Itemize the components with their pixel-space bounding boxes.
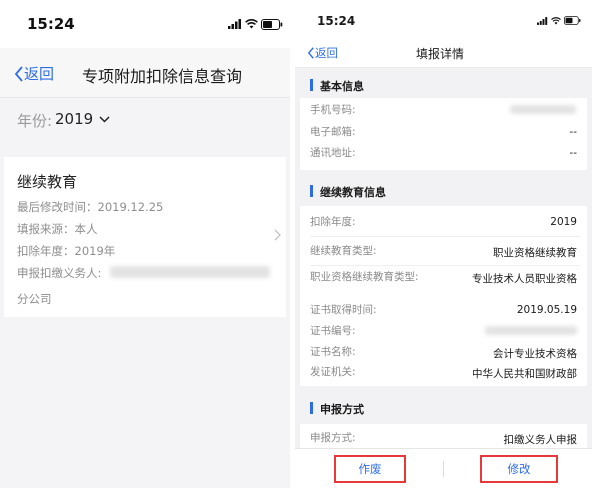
status-bar: 15:24: [295, 0, 592, 38]
branch-suffix: 分公司: [17, 292, 52, 306]
right-phone-screen: 15:24 返回 填报详情 基本信息 手机号码: 电子邮箱: -- 通讯地址: …: [295, 0, 592, 488]
section-basic: 手机号码: 电子邮箱: -- 通讯地址: --: [300, 98, 587, 170]
chevron-left-icon: [307, 47, 314, 59]
battery-icon: [261, 18, 283, 30]
wifi-icon: [551, 16, 561, 24]
status-icons: [228, 18, 283, 30]
cert-date-row: 证书取得时间: 2019.05.19: [300, 302, 587, 322]
year-filter[interactable]: 年份: 2019: [0, 99, 290, 139]
battery-icon: [564, 16, 581, 25]
section-declare: 申报方式: 扣缴义务人申报: [300, 424, 587, 448]
year-label: 年份:: [17, 112, 53, 130]
left-phone-screen: 15:24 返回 专项附加扣除信息查询 年份: 2019 继续教育 最后修改时间…: [0, 0, 290, 488]
qual-type-row: 职业资格继续教育类型: 专业技术人员职业资格: [300, 266, 587, 302]
method-row: 申报方式: 扣缴义务人申报: [300, 424, 587, 448]
address-value: --: [569, 147, 577, 159]
cert-name-value: 会计专业技术资格: [493, 348, 577, 360]
email-value: --: [569, 126, 577, 138]
cert-name-row: 证书名称: 会计专业技术资格: [300, 342, 587, 362]
nav-bar: 返回 填报详情: [295, 38, 592, 68]
issuer-row: 发证机关: 中华人民共和国财政部: [300, 362, 587, 384]
deduct-year-value: 2019: [550, 216, 577, 228]
email-label: 电子邮箱:: [310, 126, 356, 138]
action-footer: 作废 修改: [295, 448, 592, 488]
section-heading-edu: 继续教育信息: [300, 178, 587, 204]
chevron-down-icon: [99, 115, 110, 123]
signal-icon: [228, 19, 241, 29]
nav-bar: 返回 专项附加扣除信息查询: [0, 48, 290, 98]
edu-type-value: 职业资格继续教育: [493, 247, 577, 259]
section-heading-declare: 申报方式: [300, 395, 587, 421]
deduct-year-label: 扣除年度:: [310, 216, 356, 228]
phone-row: 手机号码:: [300, 98, 587, 122]
status-icons: [537, 16, 581, 25]
back-button[interactable]: 返回: [14, 63, 54, 84]
wifi-icon: [245, 19, 258, 29]
card-title: 继续教育: [17, 173, 78, 191]
redacted-agent-name: [110, 266, 270, 278]
chevron-left-icon: [14, 65, 23, 82]
method-value: 扣缴义务人申报: [503, 434, 578, 446]
void-button[interactable]: 作废: [334, 455, 406, 483]
deduct-year-row: 扣除年度: 2019: [300, 206, 587, 236]
chevron-right-icon: [274, 229, 281, 241]
status-time: 15:24: [317, 14, 356, 28]
phone-label: 手机号码:: [310, 104, 356, 116]
cert-date-label: 证书取得时间:: [310, 304, 377, 316]
page-title: 填报详情: [416, 47, 465, 61]
year-select[interactable]: 2019: [55, 110, 110, 128]
year-value: 2019: [55, 110, 94, 128]
back-label: 返回: [24, 65, 55, 83]
qual-type-value: 专业技术人员职业资格: [472, 273, 577, 285]
issuer-value: 中华人民共和国财政部: [472, 368, 577, 380]
address-row: 通讯地址: --: [300, 142, 587, 164]
section-title: 继续教育信息: [320, 186, 386, 199]
cert-date-value: 2019.05.19: [516, 304, 577, 316]
status-bar: 15:24: [0, 0, 290, 48]
redacted-phone: [510, 105, 576, 114]
deduction-record-card[interactable]: 继续教育 最后修改时间：2019.12.25 填报来源：本人 扣除年度：2019…: [4, 157, 286, 317]
section-title: 基本信息: [320, 80, 364, 93]
section-heading-basic: 基本信息: [300, 72, 587, 98]
signal-icon: [537, 16, 548, 25]
back-button[interactable]: 返回: [307, 45, 338, 61]
cert-no-label: 证书编号:: [310, 325, 356, 337]
fill-source: 填报来源：本人: [17, 222, 98, 236]
section-title: 申报方式: [320, 403, 364, 416]
deduct-year: 扣除年度：2019年: [17, 244, 116, 258]
cert-no-row: 证书编号:: [300, 322, 587, 342]
section-edu: 扣除年度: 2019 继续教育类型: 职业资格继续教育 职业资格继续教育类型: …: [300, 206, 587, 386]
last-modified: 最后修改时间：2019.12.25: [17, 200, 164, 214]
page-title: 专项附加扣除信息查询: [82, 67, 243, 86]
cert-name-label: 证书名称:: [310, 346, 356, 358]
redacted-cert-no: [485, 326, 577, 335]
address-label: 通讯地址:: [310, 147, 356, 159]
qual-type-label: 职业资格继续教育类型:: [310, 271, 419, 283]
method-label: 申报方式:: [310, 432, 356, 444]
status-time: 15:24: [27, 15, 75, 33]
issuer-label: 发证机关:: [310, 366, 356, 378]
edu-type-label: 继续教育类型:: [310, 245, 377, 257]
back-label: 返回: [315, 46, 338, 60]
edit-button[interactable]: 修改: [480, 455, 558, 483]
email-row: 电子邮箱: --: [300, 122, 587, 142]
edu-type-row: 继续教育类型: 职业资格继续教育: [300, 237, 587, 265]
withholding-agent-label: 申报扣缴义务人:: [17, 266, 102, 280]
